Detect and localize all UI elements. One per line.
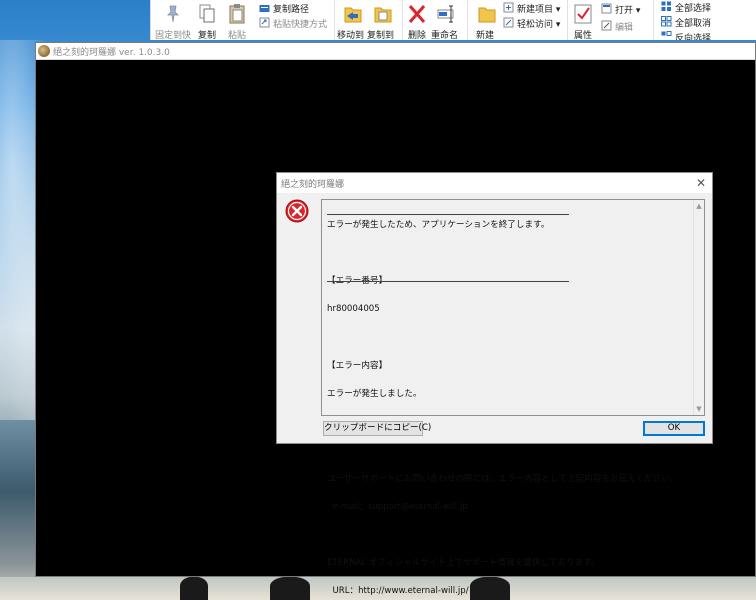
edit-button[interactable]: 编辑 — [615, 20, 633, 33]
new-folder-button[interactable]: 新建 — [476, 28, 494, 41]
copy-path-button[interactable]: 复制路径 — [273, 2, 309, 15]
properties-icon — [574, 4, 592, 24]
paste-button[interactable]: 粘贴 — [228, 28, 246, 41]
dialog-titlebar[interactable]: 絕之刻的珂羅娜 ✕ — [277, 173, 712, 193]
message-line: URL：http://www.eternal-will.jp/ — [327, 586, 469, 597]
paste-shortcut-button[interactable]: 粘贴快捷方式 — [273, 17, 327, 30]
pin-to-quick-access-button[interactable]: 固定到快 — [155, 28, 191, 41]
message-line: エラーが発生しました。 — [327, 389, 422, 400]
separator-line — [327, 281, 569, 282]
desktop-wallpaper-silhouette — [180, 577, 208, 600]
delete-icon — [408, 5, 426, 23]
open-button[interactable]: 打开 ▾ — [615, 3, 640, 16]
ribbon-separator — [334, 0, 335, 40]
new-item-button[interactable]: 新建项目 ▾ — [517, 2, 560, 15]
new-folder-icon — [478, 7, 496, 23]
message-line: e-mail：support@eternal-will.jp — [327, 501, 468, 512]
message-line: ETERNAL オフィシャルサイト上でサポート情報を提供しております。 — [327, 558, 600, 569]
copy-icon — [199, 4, 215, 23]
select-all-button[interactable]: 全部选择 — [675, 1, 711, 14]
separator-line — [327, 214, 569, 215]
new-item-icon — [503, 2, 514, 13]
scroll-down-icon[interactable]: ▼ — [694, 404, 704, 414]
message-line: エラーが発生したため、アプリケーションを終了します。 — [327, 219, 550, 230]
close-icon[interactable]: ✕ — [693, 175, 709, 191]
message-line: hr80004005 — [327, 304, 380, 315]
rename-button[interactable]: 重命名 — [431, 28, 458, 41]
scroll-up-icon[interactable]: ▲ — [694, 201, 704, 211]
message-line — [327, 446, 689, 455]
select-none-button[interactable]: 全部取消 — [675, 16, 711, 29]
ok-button[interactable]: OK — [643, 421, 705, 436]
paste-shortcut-icon — [259, 17, 270, 28]
easy-access-button[interactable]: 轻松访问 ▾ — [517, 17, 560, 30]
explorer-ribbon: 固定到快 复制 粘贴 复制路径 粘贴快捷方式 移动到 复制到 删除 重命名 新建… — [150, 0, 756, 41]
invert-selection-icon — [661, 31, 672, 36]
message-line — [327, 334, 689, 343]
desktop-wallpaper-silhouette — [270, 577, 310, 600]
copy-button[interactable]: 复制 — [198, 28, 216, 41]
dialog-title: 絕之刻的珂羅娜 — [281, 180, 345, 190]
move-to-icon — [344, 7, 362, 23]
properties-button[interactable]: 属性 — [574, 28, 592, 41]
copy-to-icon — [374, 7, 392, 23]
error-dialog: 絕之刻的珂羅娜 ✕ エラーが発生したため、アプリケーションを終了します。 【エラ… — [276, 172, 713, 596]
rename-icon — [437, 5, 454, 23]
error-message-text: エラーが発生したため、アプリケーションを終了します。 【エラー番号】 hr800… — [327, 202, 689, 600]
message-line — [327, 531, 689, 540]
app-icon — [38, 45, 50, 57]
easy-access-icon — [503, 17, 514, 28]
delete-button[interactable]: 删除 — [408, 28, 426, 41]
vertical-scrollbar[interactable]: ▲ ▼ — [693, 200, 704, 415]
select-all-icon — [661, 1, 671, 11]
error-message-textbox[interactable]: エラーが発生したため、アプリケーションを終了します。 【エラー番号】 hr800… — [321, 199, 705, 596]
open-icon — [601, 3, 612, 14]
pin-icon — [167, 5, 179, 23]
copy-to-clipboard-button[interactable]: クリップボードにコピー(C) — [323, 421, 431, 436]
select-none-icon — [661, 16, 672, 27]
paste-icon — [229, 4, 245, 24]
move-to-button[interactable]: 移动到 — [337, 28, 364, 41]
ribbon-separator — [402, 0, 403, 40]
copy-path-icon — [259, 5, 270, 12]
ribbon-separator — [653, 0, 654, 40]
game-window-titlebar[interactable]: 絕之刻的珂羅娜 ver. 1.0.3.0 — [36, 43, 755, 60]
error-icon — [285, 199, 309, 223]
invert-selection-button[interactable]: 反向选择 — [675, 31, 711, 40]
message-line — [327, 249, 689, 258]
edit-icon — [601, 20, 612, 31]
ribbon-separator — [567, 0, 568, 40]
message-line: ユーザーサポートにお問い合わせの際には、エラー内容として上記内容をお伝えください… — [327, 473, 679, 484]
ribbon-separator — [467, 0, 468, 40]
copy-to-button[interactable]: 复制到 — [367, 28, 394, 41]
game-window-title: 絕之刻的珂羅娜 ver. 1.0.3.0 — [53, 48, 170, 58]
message-line: 【エラー内容】 — [327, 360, 388, 371]
